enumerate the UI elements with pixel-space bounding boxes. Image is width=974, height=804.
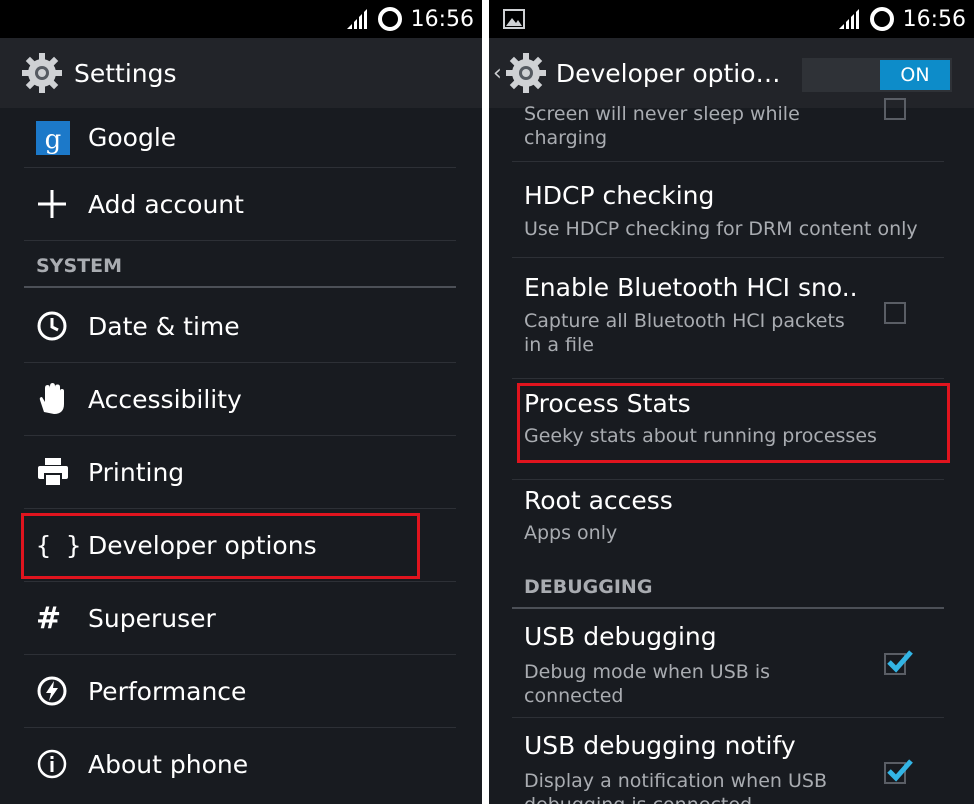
developer-options-screen: 16:56 ‹ Developer optio… ON Screen will … [489,0,974,804]
developer-options-toggle[interactable]: ON [802,58,952,92]
sidebar-item-about-phone[interactable]: About phone [24,728,456,800]
item-label: Performance [88,676,247,706]
account-item-google[interactable]: g Google [24,108,456,168]
section-header-system: SYSTEM [24,250,456,288]
sidebar-item-performance[interactable]: Performance [24,655,456,728]
item-title: HDCP checking [524,181,715,210]
status-bar: 16:56 [489,0,974,38]
battery-ring-icon [869,7,894,31]
item-title: Root access [524,486,673,515]
item-subtitle: Capture all Bluetooth HCI packets in a f… [524,310,845,356]
status-bar: 16:56 [0,0,482,38]
item-subtitle: Apps only [524,522,618,544]
item-label: Date & time [88,311,240,341]
google-icon: g [36,120,70,155]
item-label: About phone [88,749,249,779]
info-icon [37,749,67,779]
bluetooth-hci-snoop-item[interactable]: Enable Bluetooth HCI sno.. Capture all B… [512,259,944,379]
root-access-item[interactable]: Root access Apps only [512,481,944,567]
usb-debugging-item[interactable]: USB debugging Debug mode when USB is con… [512,610,944,718]
settings-screen: 16:56 Settings g Google Add account SYST… [0,0,482,804]
usb-debugging-checkbox[interactable] [884,650,913,675]
add-account-item[interactable]: Add account [24,168,456,241]
image-notification-icon [503,9,525,29]
sidebar-item-accessibility[interactable]: Accessibility [24,363,456,436]
usb-debugging-notify-checkbox[interactable] [884,759,913,784]
back-chevron-icon[interactable]: ‹ [493,61,502,86]
signal-icon [838,9,859,29]
item-label: Google [88,123,177,152]
checkmark-icon [887,759,913,782]
clock: 16:56 [902,6,966,32]
item-label: Accessibility [88,384,242,414]
hand-icon [39,383,64,414]
checkmark-icon [887,650,913,673]
clock-icon [37,311,67,341]
plus-icon [38,190,66,218]
action-bar: Settings [0,38,482,108]
sidebar-item-superuser[interactable]: # Superuser [24,582,456,655]
usb-debugging-notify-item[interactable]: USB debugging notify Display a notificat… [512,719,944,804]
hdcp-checking-item[interactable]: HDCP checking Use HDCP checking for DRM … [512,163,944,258]
stay-awake-checkbox[interactable] [884,98,906,120]
battery-ring-icon [377,7,402,31]
svg-text:g: g [45,125,62,155]
printer-icon [38,458,68,487]
stay-awake-item[interactable]: Screen will never sleep while charging [512,98,944,162]
item-subtitle: Screen will never sleep while charging [524,103,800,149]
settings-gear-icon[interactable] [504,51,548,95]
section-header-debugging: DEBUGGING [512,571,944,609]
page-title: Settings [74,58,177,88]
hash-icon: # [36,600,62,636]
sidebar-item-printing[interactable]: Printing [24,436,456,509]
item-title: USB debugging notify [524,731,796,760]
bluetooth-hci-checkbox[interactable] [884,302,906,324]
highlight-developer-options [21,513,420,579]
item-subtitle: Display a notification when USB debuggin… [524,770,827,804]
page-title: Developer optio… [555,58,781,88]
signal-icon [346,9,367,29]
item-title: USB debugging [524,622,717,651]
item-subtitle: Use HDCP checking for DRM content only [524,218,918,240]
item-label: Printing [88,457,185,487]
settings-gear-icon[interactable] [20,51,64,95]
item-title: Enable Bluetooth HCI sno.. [524,273,858,302]
performance-bolt-icon [37,676,67,706]
toggle-on-label: ON [880,60,950,90]
highlight-process-stats [517,383,950,463]
sidebar-item-date-time[interactable]: Date & time [24,290,456,363]
clock: 16:56 [410,6,474,32]
item-label: Superuser [88,603,216,633]
item-label: Add account [88,189,244,219]
item-subtitle: Debug mode when USB is connected [524,661,771,707]
